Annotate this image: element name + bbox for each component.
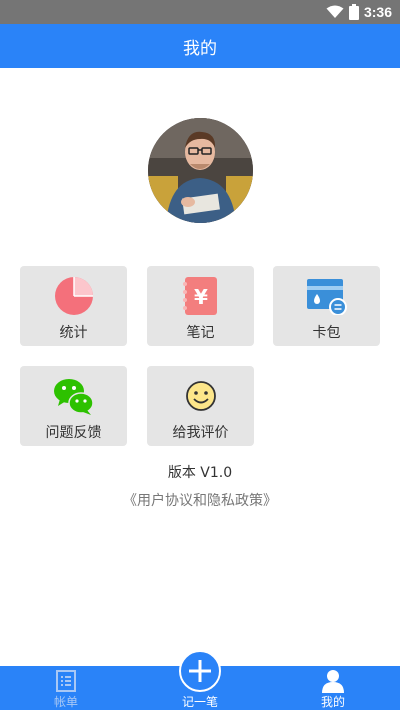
card-wallet-tile[interactable]: 卡包 [273, 266, 380, 346]
smiley-icon [186, 381, 216, 411]
feedback-tile[interactable]: 问题反馈 [20, 366, 127, 446]
status-bar: 3:36 [0, 0, 400, 24]
yen-note-icon: ¥ [183, 277, 217, 315]
page-title: 我的 [183, 38, 217, 59]
battery-icon [348, 4, 359, 20]
rate-tile[interactable]: 给我评价 [147, 366, 254, 446]
version-text: 版本 V1.0 [167, 465, 233, 481]
card-wallet-icon [307, 279, 347, 315]
tile-label: 统计 [59, 325, 88, 341]
person-icon [322, 670, 344, 693]
stats-tile[interactable]: 统计 [20, 266, 127, 346]
wechat-chat-icon [54, 379, 94, 415]
add-icon [189, 660, 211, 682]
wifi-icon [326, 5, 344, 18]
tile-label: 卡包 [312, 325, 341, 341]
tile-label: 笔记 [186, 325, 215, 341]
bill-icon [56, 670, 76, 692]
avatar[interactable] [148, 118, 253, 223]
tile-label: 给我评价 [172, 425, 229, 441]
user-avatar-photo [148, 118, 253, 223]
tile-label: 问题反馈 [45, 425, 102, 441]
status-time: 3:36 [363, 4, 392, 20]
nav-label-bill: 帐单 [53, 695, 78, 709]
agreement-link[interactable]: 《用户协议和隐私政策》 [0, 490, 400, 510]
svg-text:¥: ¥ [194, 285, 208, 309]
nav-label-profile: 我的 [320, 695, 345, 709]
nav-item-bill[interactable]: 帐单 [16, 666, 116, 710]
nav-item-profile[interactable]: 我的 [283, 666, 383, 710]
add-record-label: 记一笔 [181, 695, 218, 709]
status-icons: 3:36 [326, 3, 392, 21]
add-record-button[interactable] [179, 650, 221, 692]
notes-tile[interactable]: ¥ 笔记 [147, 266, 254, 346]
pie-chart-icon [55, 277, 93, 315]
app-header: 我的 [0, 24, 400, 68]
